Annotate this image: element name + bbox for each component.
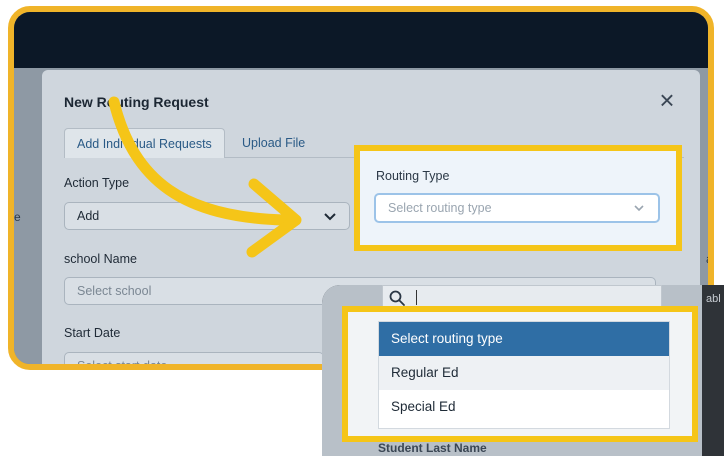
search-icon [389,290,405,306]
routing-type-label: Routing Type [376,169,450,183]
option-select-routing-type[interactable]: Select routing type [379,322,669,356]
background-text-left: e [14,210,21,224]
option-special-ed[interactable]: Special Ed [379,390,669,424]
routing-type-options: Select routing type Regular Ed Special E… [378,321,670,429]
app-topbar [14,12,708,68]
school-placeholder: Select school [77,284,152,298]
start-date-input[interactable]: Select start date [64,352,324,370]
routing-type-highlight: Routing Type Select routing type [354,145,682,251]
start-date-label: Start Date [64,326,121,340]
routing-type-placeholder: Select routing type [388,201,492,215]
background-text-right: ab [706,252,713,266]
student-last-name-label: Student Last Name [378,441,487,455]
start-date-placeholder: Select start date [77,359,168,370]
curved-arrow-icon [108,96,302,258]
zoom-side-text: abl [706,293,721,305]
dropdown-highlight: Select routing type Regular Ed Special E… [342,306,698,442]
close-icon[interactable]: × [656,87,678,113]
routing-type-select[interactable]: Select routing type [374,193,660,223]
chevron-down-icon [634,205,644,212]
zoom-side-panel [702,285,724,456]
option-regular-ed[interactable]: Regular Ed [379,356,669,390]
text-caret [416,290,417,305]
